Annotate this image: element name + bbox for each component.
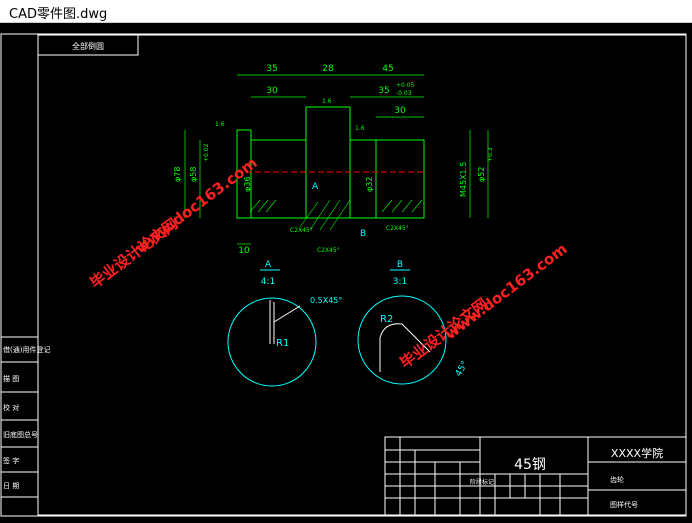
detail-a-scale: 4:1 — [261, 277, 275, 287]
dim-m45: M45X1.5 — [459, 162, 468, 197]
drawing-number-label: 图样代号 — [610, 500, 638, 509]
left-panel-label: 日 期 — [3, 482, 19, 490]
window-titlebar: CAD零件图.dwg — [0, 0, 692, 23]
tol-upper: +0.05 — [396, 82, 415, 89]
roughness-3: 1.6 — [355, 125, 365, 132]
watermark-text: www.doc163.com — [442, 240, 571, 344]
section-mark-a: A — [312, 182, 319, 192]
stage-mark-label: 阶段标记 — [470, 478, 494, 486]
detail-b-angle: 45° — [454, 360, 471, 379]
left-panel-label: 校 对 — [3, 403, 19, 412]
roughness-2: 1.6 — [215, 121, 225, 128]
dim-phi58: φ58 — [189, 167, 198, 182]
part-main-view — [236, 106, 425, 219]
chamfer-a: C2X45° — [317, 247, 340, 254]
cad-drawing[interactable]: 全部倒圆 借(通)用件登记 描 图 校 对 旧底图总号 签 字 日 期 45钢 … — [0, 22, 692, 519]
window-title: CAD零件图.dwg — [9, 7, 108, 22]
detail-b-label: B — [397, 260, 403, 270]
dim-30-left: 30 — [266, 86, 278, 96]
dim-10: 10 — [238, 246, 250, 256]
left-panel-label: 描 图 — [3, 374, 19, 383]
detail-a-label: A — [265, 260, 272, 270]
part-name-label: 齿轮 — [610, 475, 624, 484]
left-panel-label: 旧底图总号 — [3, 430, 38, 439]
dim-phi52: φ52 — [477, 167, 486, 182]
detail-b-radius: R2 — [380, 314, 393, 325]
tol-left: +0.02 — [203, 143, 210, 162]
dim-35-tol: 35 — [378, 86, 389, 96]
left-panel — [1, 336, 38, 498]
roughness-1: 1.6 — [322, 98, 332, 105]
dim-28: 28 — [322, 64, 334, 74]
detail-a: A 4:1 0.5X45° R1 — [227, 260, 342, 387]
cad-canvas[interactable]: 全部倒圆 借(通)用件登记 描 图 校 对 旧底图总号 签 字 日 期 45钢 … — [0, 22, 692, 519]
dim-phi78: φ78 — [173, 167, 182, 182]
chamfer-b: C2X45° — [386, 225, 409, 232]
detail-a-chamfer: 0.5X45° — [310, 296, 342, 305]
dim-30-right: 30 — [394, 106, 406, 116]
top-label: 全部倒圆 — [72, 41, 104, 51]
left-panel-label: 借(通)用件登记 — [3, 345, 50, 354]
dim-phi32: φ32 — [365, 177, 374, 192]
detail-a-radius: R1 — [276, 338, 289, 349]
dim-45: 45 — [382, 64, 393, 74]
detail-a-circle — [227, 297, 317, 387]
dim-35-left: 35 — [266, 64, 277, 74]
tol-right: +0.3 — [487, 147, 494, 162]
material-label: 45钢 — [514, 457, 546, 473]
dimension-lines — [184, 74, 489, 245]
company-label: XXXX学院 — [611, 446, 663, 460]
left-panel-label: 签 字 — [3, 456, 19, 465]
inner-frame — [37, 34, 687, 516]
watermarks: 毕业设计论文网 www.doc163.com 毕业设计论文网 www.doc16… — [87, 154, 571, 373]
section-mark-b: B — [360, 229, 366, 239]
tol-lower: -0.03 — [396, 90, 412, 97]
detail-b-scale: 3:1 — [393, 277, 407, 287]
chamfer-c: C2X45° — [290, 227, 313, 234]
